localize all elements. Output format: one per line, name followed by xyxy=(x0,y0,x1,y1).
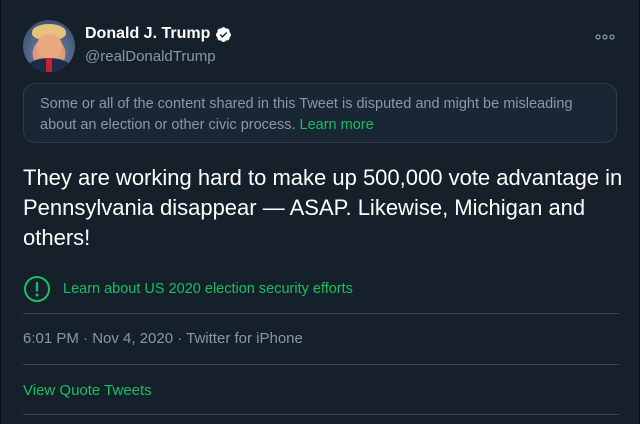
disputed-content-notice: Some or all of the content shared in thi… xyxy=(23,83,617,143)
tweet-body-text: They are working hard to make up 500,000… xyxy=(23,165,623,250)
avatar-tie xyxy=(46,58,52,72)
verified-badge-icon xyxy=(216,26,232,42)
election-security-link[interactable]: Learn about US 2020 election security ef… xyxy=(63,281,353,297)
profile-avatar[interactable] xyxy=(23,20,75,72)
tweet-header: Donald J. Trump @realDonaldTrump xyxy=(23,20,619,72)
divider-middle xyxy=(23,364,619,365)
exclamation-circle-icon xyxy=(24,276,50,302)
avatar-face xyxy=(37,34,62,60)
divider-bottom xyxy=(23,414,619,415)
tweet-timestamp-source[interactable]: 6:01 PM · Nov 4, 2020 · Twitter for iPho… xyxy=(23,330,303,347)
learn-more-link[interactable]: Learn more xyxy=(300,117,374,133)
election-security-link-row[interactable]: Learn about US 2020 election security ef… xyxy=(23,275,353,303)
name-row: Donald J. Trump xyxy=(85,25,232,43)
more-dots-icon xyxy=(595,34,615,40)
tweet-detail: Donald J. Trump @realDonaldTrump Some or… xyxy=(0,0,640,424)
display-name[interactable]: Donald J. Trump xyxy=(85,25,210,43)
more-horizontal-icon[interactable] xyxy=(595,28,615,44)
user-handle[interactable]: @realDonaldTrump xyxy=(85,48,216,65)
divider-top xyxy=(23,313,619,314)
view-quote-tweets-link[interactable]: View Quote Tweets xyxy=(23,382,152,399)
